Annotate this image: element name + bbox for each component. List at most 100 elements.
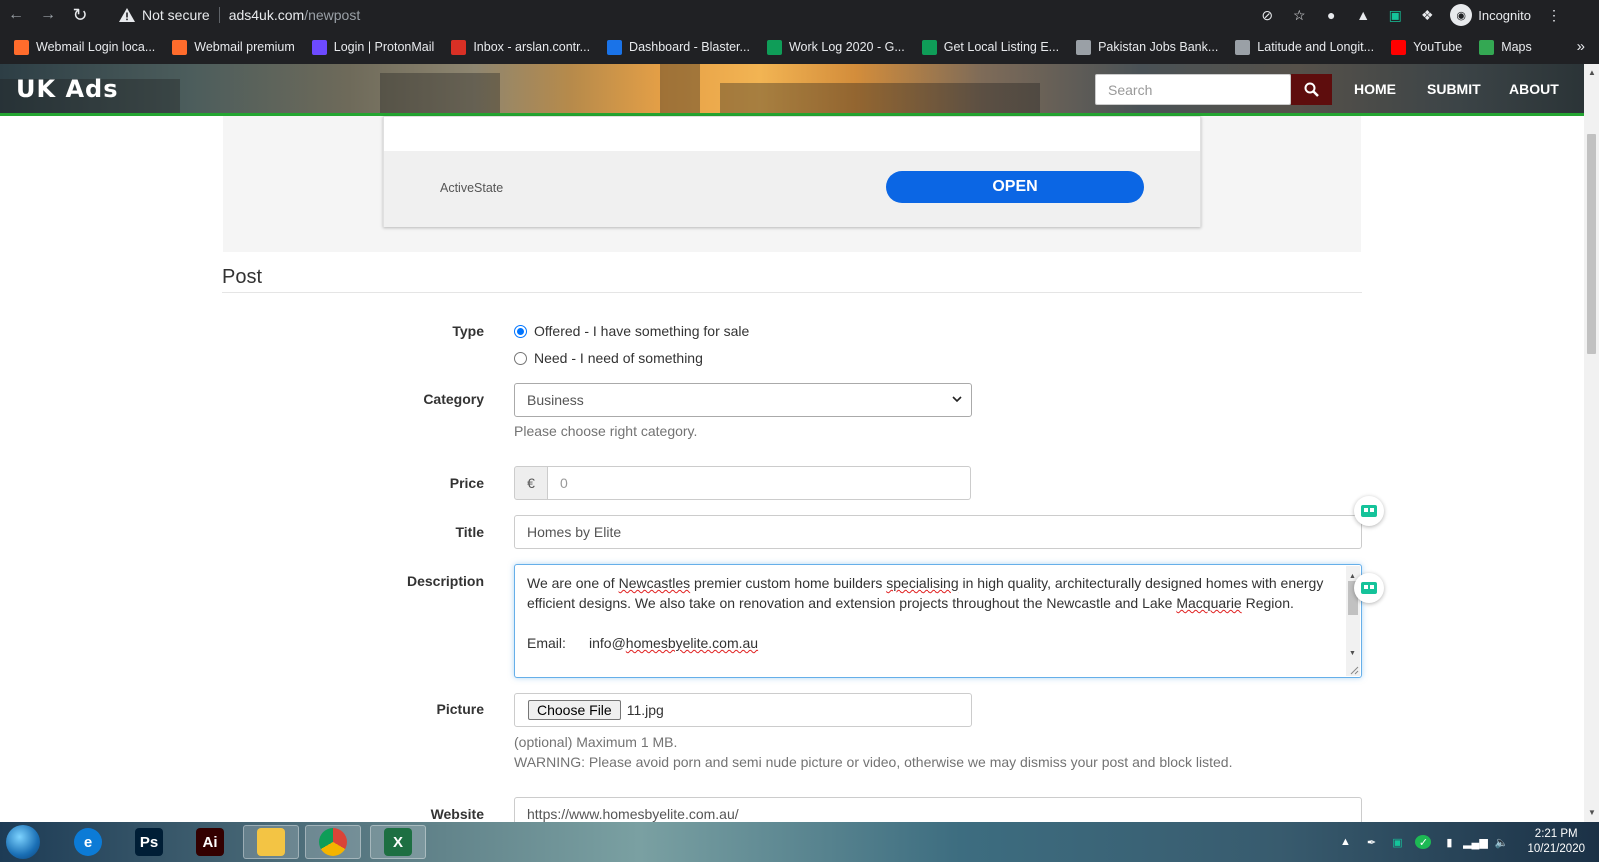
description-textarea[interactable]: We are one of Newcastles premier custom … [514, 564, 1362, 678]
desc-email-label: Email: [527, 635, 566, 651]
bookmark-item[interactable]: Inbox - arslan.contr... [451, 39, 590, 55]
nav-submit-link[interactable]: SUBMIT [1427, 81, 1481, 97]
incognito-label: Incognito [1478, 7, 1531, 23]
ad-advertiser[interactable]: ActiveState [440, 181, 503, 195]
taskbar-app[interactable] [243, 825, 299, 859]
file-name: 11.jpg [626, 702, 664, 718]
pen-icon[interactable]: ✒ [1363, 835, 1379, 849]
forward-button[interactable]: → [32, 0, 64, 30]
battery-icon[interactable]: ▮ [1441, 835, 1457, 849]
desc-email-domain: homesbyelite.com.au [625, 635, 759, 651]
illustrator-icon: Ai [196, 828, 224, 856]
search-input[interactable]: Search [1095, 74, 1291, 105]
cpanel-icon [172, 39, 188, 55]
title-input[interactable]: Homes by Elite [514, 515, 1362, 549]
address-bar[interactable]: Not secure ads4uk.com/newpost ⊘ ☆ ● ▲ ▣ … [108, 3, 1573, 27]
resize-handle-icon[interactable] [1350, 666, 1359, 675]
desc-email-user: info@ [589, 635, 626, 651]
grammarly-face [1361, 505, 1377, 517]
nav-home-link[interactable]: HOME [1354, 81, 1396, 97]
bookmark-item[interactable]: Login | ProtonMail [311, 39, 434, 55]
bookmark-label: Webmail premium [194, 40, 295, 54]
taskbar-app[interactable]: Ai [182, 825, 238, 859]
bookmark-label: YouTube [1413, 40, 1463, 54]
category-value: Business [527, 392, 584, 408]
security-status[interactable]: Not secure [142, 7, 210, 23]
radio-need[interactable] [514, 351, 527, 365]
excel-icon: X [384, 828, 412, 856]
description-paragraph: We are one of Newcastles premier custom … [527, 573, 1331, 613]
bookmark-label: Pakistan Jobs Bank... [1098, 40, 1219, 54]
globe-icon [1076, 39, 1092, 55]
bookmark-item[interactable]: YouTube [1391, 39, 1463, 55]
browser-toolbar: ← → ↻ Not secure ads4uk.com/newpost ⊘ ☆ … [0, 0, 1599, 30]
type-option-offered[interactable]: Offered - I have something for sale [514, 323, 749, 339]
site-header: UK Ads Search HOME SUBMIT ABOUT [0, 64, 1584, 116]
bookmark-item[interactable]: Work Log 2020 - G... [766, 39, 905, 55]
currency-addon: € [514, 466, 548, 500]
site-logo[interactable]: UK Ads [16, 75, 118, 103]
header-skyline-tower [660, 64, 700, 113]
back-button[interactable]: ← [0, 0, 32, 30]
menu-kebab-icon[interactable]: ⋮ [1545, 6, 1563, 24]
type-option-offered-label[interactable]: Offered - I have something for sale [534, 323, 749, 339]
bookmark-item[interactable]: Webmail premium [172, 39, 295, 55]
grammarly-tray-icon[interactable]: ▣ [1389, 835, 1405, 849]
bookmark-item[interactable]: Pakistan Jobs Bank... [1076, 39, 1219, 55]
start-button[interactable] [6, 825, 40, 859]
taskbar-app[interactable]: X [370, 825, 426, 859]
bookmark-item[interactable]: Maps [1479, 39, 1532, 55]
bookmark-label: Work Log 2020 - G... [788, 40, 905, 54]
ad-open-button[interactable]: OPEN [886, 171, 1144, 203]
star-icon[interactable]: ☆ [1290, 6, 1308, 24]
search-button[interactable] [1291, 74, 1332, 105]
price-input[interactable]: 0 [547, 466, 971, 500]
bookmark-label: Latitude and Longit... [1257, 40, 1375, 54]
price-label: Price [449, 475, 484, 491]
signal-icon[interactable]: ▂▄▆ [1463, 835, 1488, 849]
bookmark-item[interactable]: Webmail Login loca... [14, 39, 155, 55]
globe-extension-icon[interactable]: ● [1322, 6, 1340, 24]
tray-expand-icon[interactable]: ▲ [1337, 835, 1353, 849]
scroll-down-icon[interactable]: ▼ [1588, 808, 1596, 817]
textarea-scroll-down-icon[interactable]: ▼ [1349, 644, 1356, 664]
photoshop-icon: Ps [135, 828, 163, 856]
choose-file-button[interactable]: Choose File [528, 700, 621, 720]
radio-offered[interactable] [514, 324, 527, 338]
file-input[interactable]: Choose File 11.jpg [514, 693, 972, 727]
nav-about-link[interactable]: ABOUT [1509, 81, 1559, 97]
volume-icon[interactable]: 🔈 [1493, 835, 1509, 849]
category-select[interactable]: Business [514, 383, 972, 417]
taskbar-app[interactable]: e [60, 825, 116, 859]
grammarly-extension-icon[interactable]: ▣ [1386, 6, 1404, 24]
ad-footer: ActiveState OPEN [384, 151, 1200, 227]
system-clock[interactable]: 2:21 PM 10/21/2020 [1527, 827, 1585, 857]
scroll-up-icon[interactable]: ▲ [1588, 68, 1596, 77]
header-skyline-right [720, 83, 1040, 113]
bookmarks-overflow-icon[interactable]: » [1577, 38, 1585, 55]
type-option-need-label[interactable]: Need - I need of something [534, 350, 703, 366]
incognito-profile[interactable]: ◉ Incognito [1450, 4, 1531, 26]
grammarly-icon[interactable] [1354, 496, 1384, 526]
grammarly-icon-description[interactable] [1354, 573, 1384, 603]
header-skyline-mid [380, 73, 500, 113]
windows-taskbar: e Ps Ai X ▲ ✒ ▣ ✓ ▮ ▂▄▆ 🔈 2:21 PM 10/21/202… [0, 822, 1599, 862]
scroll-thumb[interactable] [1587, 134, 1596, 354]
taskbar-app[interactable]: Ps [121, 825, 177, 859]
bookmark-item[interactable]: Dashboard - Blaster... [607, 39, 750, 55]
extension-icon-2[interactable]: ▲ [1354, 6, 1372, 24]
desc-text-4: Region. [1241, 595, 1294, 611]
eye-off-icon[interactable]: ⊘ [1258, 6, 1276, 24]
bookmark-item[interactable]: Get Local Listing E... [921, 39, 1059, 55]
bookmark-item[interactable]: Latitude and Longit... [1235, 39, 1375, 55]
cpanel-icon [14, 39, 29, 55]
puzzle-icon[interactable]: ❖ [1418, 6, 1436, 24]
reload-button[interactable]: ↻ [64, 0, 96, 30]
page-scrollbar[interactable]: ▲ ▼ [1584, 64, 1599, 822]
youtube-icon [1391, 39, 1407, 55]
chevron-down-icon [952, 396, 962, 403]
type-option-need[interactable]: Need - I need of something [514, 350, 703, 366]
taskbar-app[interactable] [305, 825, 361, 859]
check-tray-icon[interactable]: ✓ [1415, 835, 1432, 849]
ad-banner[interactable]: ActiveState OPEN [383, 116, 1201, 227]
